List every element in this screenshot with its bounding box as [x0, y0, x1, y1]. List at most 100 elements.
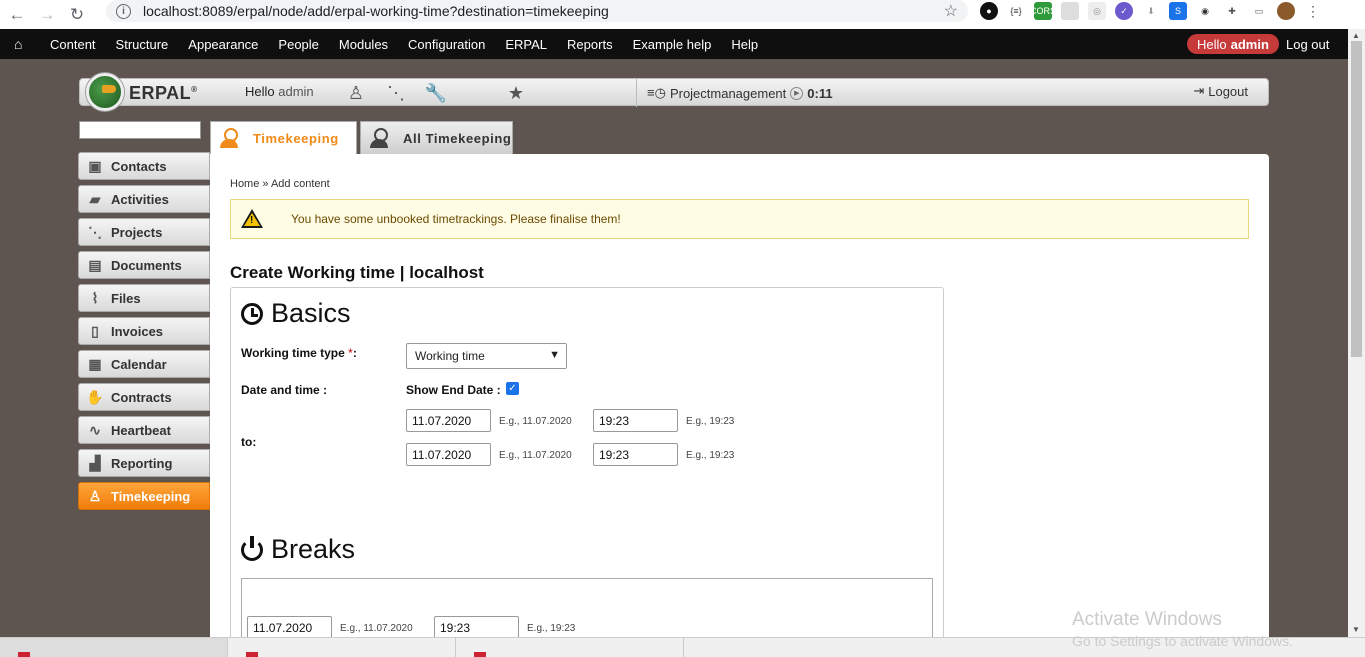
start-time-input[interactable]: 19:23 — [593, 409, 678, 432]
break-time-input[interactable]: 19:23 — [434, 616, 519, 639]
working-time-type-select[interactable]: Working time ▼ — [406, 343, 567, 369]
extensions-bar: ● {≡} CORS ◎ ✓ ⬇ S ◉ ✚ ▭ ⋮ — [980, 2, 1322, 20]
forward-icon[interactable]: → — [34, 3, 60, 27]
puzzle-icon[interactable]: ✚ — [1223, 2, 1241, 20]
project-tree-icon[interactable]: ⋱ — [385, 82, 407, 104]
erpal-logo[interactable] — [86, 73, 124, 111]
tab-all-timekeeping[interactable]: All Timekeeping — [360, 121, 513, 154]
sidebar-item-label: Contacts — [111, 158, 167, 174]
site-info-icon[interactable]: i — [116, 3, 131, 19]
star-icon[interactable]: ★ — [505, 82, 527, 104]
cors-extension-icon[interactable]: CORS — [1030, 2, 1056, 20]
timer-list-icon: ≡◷ — [647, 85, 666, 100]
extension-icon[interactable]: ● — [980, 2, 998, 20]
admin-menu-appearance[interactable]: Appearance — [188, 37, 258, 52]
show-end-date-checkbox[interactable]: ✓ — [506, 382, 519, 395]
extension-icon[interactable]: ◎ — [1088, 2, 1106, 20]
user-greeting[interactable]: Hello admin — [1187, 34, 1279, 54]
cast-icon[interactable]: ▭ — [1250, 2, 1268, 20]
sidebar-item-heartbeat[interactable]: ∿ Heartbeat — [78, 416, 210, 444]
sidebar-item-label: Documents — [111, 257, 182, 273]
json-extension-icon[interactable]: {≡} — [1007, 2, 1025, 20]
user-icon: ♙ — [88, 487, 102, 504]
sidebar-item-contracts[interactable]: ✋ Contracts — [78, 383, 210, 411]
taskbar-item[interactable] — [228, 638, 456, 657]
select-value: Working time — [415, 349, 485, 363]
admin-menu-structure[interactable]: Structure — [116, 37, 169, 52]
timer-value: 0:11 — [807, 85, 833, 101]
sidebar-item-files[interactable]: ⌇ Files — [78, 284, 210, 312]
admin-menu-content[interactable]: Content — [50, 37, 96, 52]
sidebar-item-reporting[interactable]: ▟ Reporting — [78, 449, 210, 477]
wrench-icon[interactable]: 🔧 — [425, 82, 447, 104]
paperclip-icon: ⌇ — [91, 289, 99, 306]
watermark-line1: Activate Windows — [1072, 609, 1222, 630]
play-icon[interactable]: ▶ — [790, 86, 804, 100]
address-bar[interactable]: i localhost:8089/erpal/node/add/erpal-wo… — [106, 0, 968, 22]
logout-icon: ⇥ — [1193, 83, 1205, 98]
extension-icon[interactable]: ◉ — [1196, 2, 1214, 20]
heartbeat-icon: ∿ — [89, 421, 101, 438]
admin-menu-configuration[interactable]: Configuration — [408, 37, 485, 52]
admin-logout-link[interactable]: Log out — [1286, 37, 1329, 52]
warning-icon: ! — [241, 209, 263, 229]
skype-extension-icon[interactable]: S — [1169, 2, 1187, 20]
scroll-down-icon[interactable]: ▼ — [1352, 625, 1360, 634]
documents-icon: ▤ — [88, 256, 102, 273]
calendar-icon: ▦ — [88, 355, 102, 372]
download-icon[interactable]: ⬇ — [1142, 2, 1160, 20]
break-time-hint: E.g., 19:23 — [527, 623, 576, 634]
activities-icon: ▰ — [89, 190, 101, 207]
main-content: Home » Add content ! You have some unboo… — [210, 154, 1269, 657]
erpal-toolbar: ERPAL® Hello admin ♙ ⋱ 🔧 ★ ≡◷ Projectman… — [79, 73, 1269, 111]
working-time-type-label: Working time type *: — [241, 346, 357, 360]
profile-avatar[interactable] — [1277, 2, 1295, 20]
sidebar-item-contacts[interactable]: ▣ Contacts — [78, 152, 210, 180]
sidebar-item-invoices[interactable]: ▯ Invoices — [78, 317, 210, 345]
break-date-input[interactable]: 11.07.2020 — [247, 616, 332, 639]
chevron-down-icon: ▼ — [549, 349, 560, 361]
end-date-input[interactable]: 11.07.2020 — [406, 443, 491, 466]
user-profile-icon[interactable]: ♙ — [345, 82, 367, 104]
reload-icon[interactable]: ↻ — [64, 3, 90, 27]
breadcrumb: Home » Add content — [230, 178, 330, 190]
contacts-icon: ▣ — [88, 157, 102, 174]
taskbar-item[interactable] — [0, 638, 228, 657]
admin-menu-people[interactable]: People — [278, 37, 318, 52]
sidebar-item-documents[interactable]: ▤ Documents — [78, 251, 210, 279]
scroll-thumb[interactable] — [1351, 41, 1362, 357]
sidebar-item-timekeeping[interactable]: ♙ Timekeeping — [78, 482, 218, 510]
end-time-input[interactable]: 19:23 — [593, 443, 678, 466]
sidebar-item-activities[interactable]: ▰ Activities — [78, 185, 210, 213]
sidebar-item-label: Calendar — [111, 356, 167, 372]
page-scrollbar[interactable]: ▲ ▼ — [1348, 29, 1365, 637]
tab-timekeeping[interactable]: Timekeeping — [210, 121, 357, 154]
bookmark-star-icon[interactable]: ☆ — [944, 1, 958, 21]
warning-message: ! You have some unbooked timetrackings. … — [230, 199, 1249, 239]
project-timer[interactable]: ≡◷ Projectmanagement ▶ 0:11 — [636, 79, 833, 107]
menu-icon[interactable]: ⋮ — [1304, 2, 1322, 20]
sidebar-item-calendar[interactable]: ▦ Calendar — [78, 350, 210, 378]
erpal-logo-text: ERPAL® — [129, 83, 198, 103]
tab-label: Timekeeping — [253, 130, 339, 146]
sidebar-item-label: Heartbeat — [111, 422, 171, 438]
sidebar-item-projects[interactable]: ⋱ Projects — [78, 218, 210, 246]
page-title: Create Working time | localhost — [230, 263, 484, 282]
home-icon[interactable]: ⌂ — [14, 36, 34, 52]
admin-menu-modules[interactable]: Modules — [339, 37, 388, 52]
start-date-input[interactable]: 11.07.2020 — [406, 409, 491, 432]
admin-menu-help[interactable]: Help — [731, 37, 758, 52]
sidebar-item-label: Contracts — [111, 389, 172, 405]
scroll-up-icon[interactable]: ▲ — [1352, 31, 1360, 40]
taskbar-item[interactable] — [456, 638, 684, 657]
back-icon[interactable]: ← — [4, 3, 30, 27]
user-icon — [369, 128, 389, 148]
admin-menu-example-help[interactable]: Example help — [633, 37, 712, 52]
extension-icon[interactable] — [1061, 2, 1079, 20]
admin-menu-reports[interactable]: Reports — [567, 37, 613, 52]
sidebar-item-label: Timekeeping — [111, 488, 191, 504]
sidebar-search-input[interactable] — [79, 121, 201, 139]
admin-menu-erpal[interactable]: ERPAL — [505, 37, 547, 52]
extension-icon[interactable]: ✓ — [1115, 2, 1133, 20]
erpal-logout-button[interactable]: ⇥ Logout — [1193, 83, 1248, 99]
